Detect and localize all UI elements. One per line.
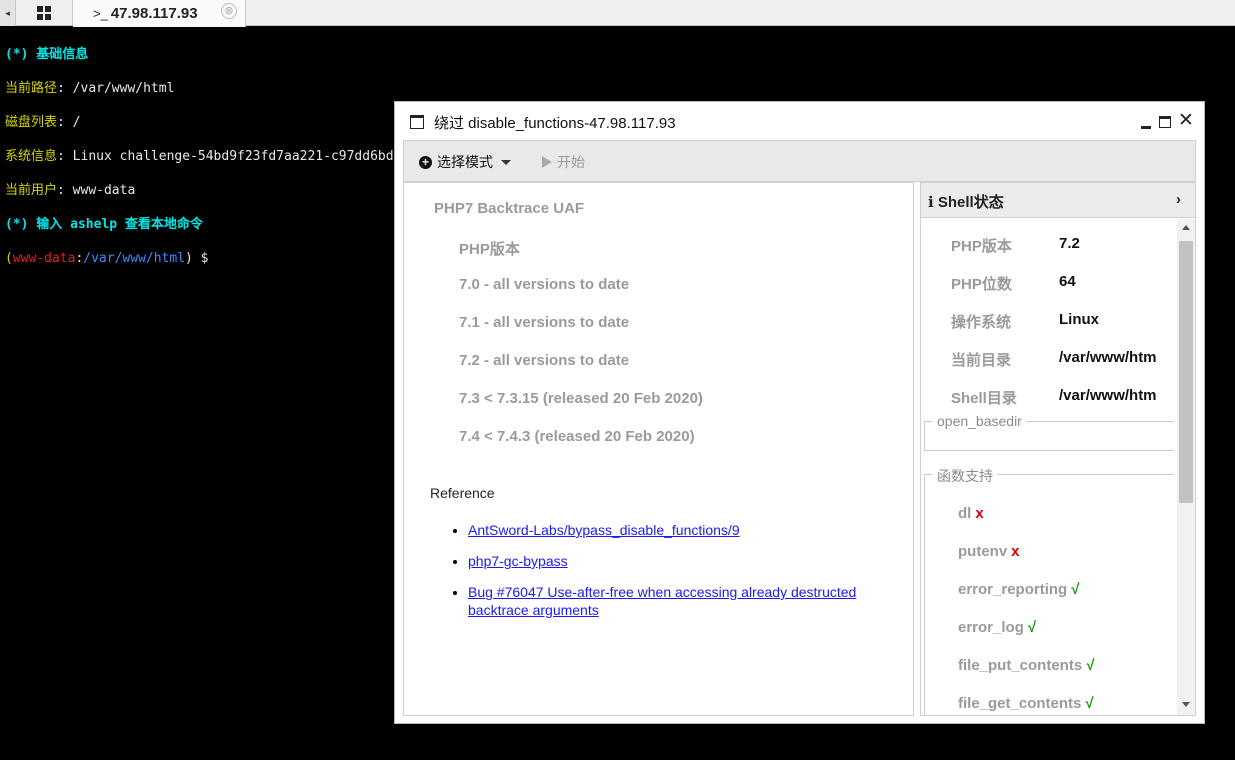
version-item: 7.2 - all versions to date [459,352,630,369]
shell-status-pane: ℹ Shell状态 › PHP版本 7.2 PHP位数 64 操作系统 Linux 当… [920,182,1196,716]
tab-bar: ◂ >_ 47.98.117.93 ⊗ [0,0,1235,27]
select-mode-dropdown[interactable]: + 选择模式 [419,152,511,172]
terminal-value: : /var/www/html [57,81,175,96]
function-name: putenv [958,543,1008,560]
function-row: error_reporting √ [958,581,1079,598]
status-label: 当前目录 [951,352,1012,369]
php-version-heading: PHP版本 [459,241,520,258]
status-value: 64 [1059,273,1076,290]
dialog-toolbar: + 选择模式 开始 [403,140,1196,182]
reference-link[interactable]: AntSword-Labs/bypass_disable_functions/9 [468,522,740,538]
start-label: 开始 [557,154,585,170]
info-icon: ℹ [928,194,934,211]
terminal-value: : / [57,115,81,130]
open-basedir-legend: open_basedir [933,413,1026,429]
dialog-title: 绕过 disable_functions-47.98.117.93 [434,115,676,132]
status-value: /var/www/htm [1059,387,1157,404]
dialog-titlebar[interactable]: 绕过 disable_functions-47.98.117.93 ✕ [395,102,1204,140]
reference-link[interactable]: Bug #76047 Use-after-free when accessing… [468,584,856,618]
maximize-icon[interactable] [1159,116,1171,128]
terminal-icon: >_ [93,6,108,21]
start-button[interactable]: 开始 [542,152,585,172]
plus-circle-icon: + [419,155,432,169]
prompt-user: www-data [12,251,76,266]
status-value: 7.2 [1059,235,1080,252]
shell-status-title: ℹ Shell状态 [928,191,1004,212]
status-label: PHP位数 [951,276,1012,293]
function-name: error_reporting [958,581,1068,598]
version-item: 7.1 - all versions to date [459,314,630,331]
open-basedir-fieldset: open_basedir [924,413,1174,451]
select-mode-label: 选择模式 [437,154,493,170]
mode-detail-pane: PHP7 Backtrace UAF PHP版本 7.0 - all versi… [403,182,914,716]
list-item: AntSword-Labs/bypass_disable_functions/9 [468,521,908,539]
unsupported-icon: x [1011,543,1020,560]
version-item: 7.3 < 7.3.15 (released 20 Feb 2020) [459,390,703,407]
terminal-tab-label: 47.98.117.93 [110,5,198,22]
terminal-key: 当前路径 [5,81,58,96]
supported-icon: √ [1071,581,1080,598]
status-label: Shell目录 [951,390,1017,407]
status-value: Linux [1059,311,1099,328]
version-item: 7.4 < 7.4.3 (released 20 Feb 2020) [459,428,695,445]
close-icon[interactable]: ✕ [1178,110,1194,132]
supported-icon: √ [1085,695,1094,712]
function-name: file_get_contents [958,695,1082,712]
scroll-up-icon[interactable] [1182,225,1190,230]
function-row: error_log √ [958,619,1036,636]
function-name: file_put_contents [958,657,1083,674]
supported-icon: √ [1027,619,1037,636]
terminal-line: (*) 基础信息 [5,47,89,62]
shell-status-scrollbar[interactable] [1177,219,1195,715]
status-label: PHP版本 [951,238,1012,255]
version-item: 7.0 - all versions to date [459,276,630,293]
play-icon [542,156,552,168]
chevron-right-icon[interactable]: › [1176,191,1181,208]
reference-list: AntSword-Labs/bypass_disable_functions/9… [468,521,908,632]
terminal-value: : www-data [57,183,136,198]
bypass-dialog: 绕过 disable_functions-47.98.117.93 ✕ + 选择… [394,101,1205,724]
terminal-key: 磁盘列表 [5,115,58,130]
window-icon [410,115,424,129]
prompt-path: /var/www/html [83,251,186,266]
grid-icon [37,6,51,20]
terminal-key: 系统信息 [5,149,58,164]
scroll-thumb[interactable] [1179,241,1193,503]
function-row: dl x [958,505,984,522]
function-row: file_get_contents √ [958,695,1094,712]
home-tab[interactable] [16,0,73,26]
terminal-tab[interactable]: >_ 47.98.117.93 ⊗ [73,0,246,27]
caret-down-icon [501,159,511,165]
prompt-paren: ( [5,251,13,266]
reference-label: Reference [430,485,495,501]
status-value: /var/www/htm [1059,349,1157,366]
list-item: Bug #76047 Use-after-free when accessing… [468,583,908,619]
function-name: dl [958,505,972,522]
mode-title: PHP7 Backtrace UAF [434,200,585,217]
unsupported-icon: x [975,505,984,522]
tab-scroll-left-button[interactable]: ◂ [0,0,16,26]
terminal-key: 当前用户 [5,183,58,198]
status-label: 操作系统 [951,314,1012,331]
prompt-close: ) $ [185,251,209,266]
supported-icon: √ [1086,657,1095,674]
terminal-line: 当前路径: /var/www/html [5,80,1020,97]
reference-link[interactable]: php7-gc-bypass [468,553,568,569]
scroll-down-icon[interactable] [1182,702,1190,707]
shell-status-header[interactable]: ℹ Shell状态 › [921,183,1195,218]
list-item: php7-gc-bypass [468,552,908,570]
tab-close-icon[interactable]: ⊗ [221,3,237,19]
function-name: error_log [958,619,1024,636]
shell-status-body: PHP版本 7.2 PHP位数 64 操作系统 Linux 当前目录/var/www/… [921,219,1177,715]
functions-legend: 函数支持 [933,466,997,486]
function-row: putenv x [958,543,1020,560]
minimize-icon[interactable] [1141,126,1151,129]
shell-status-label: Shell状态 [937,194,1004,211]
function-row: file_put_contents √ [958,657,1094,674]
